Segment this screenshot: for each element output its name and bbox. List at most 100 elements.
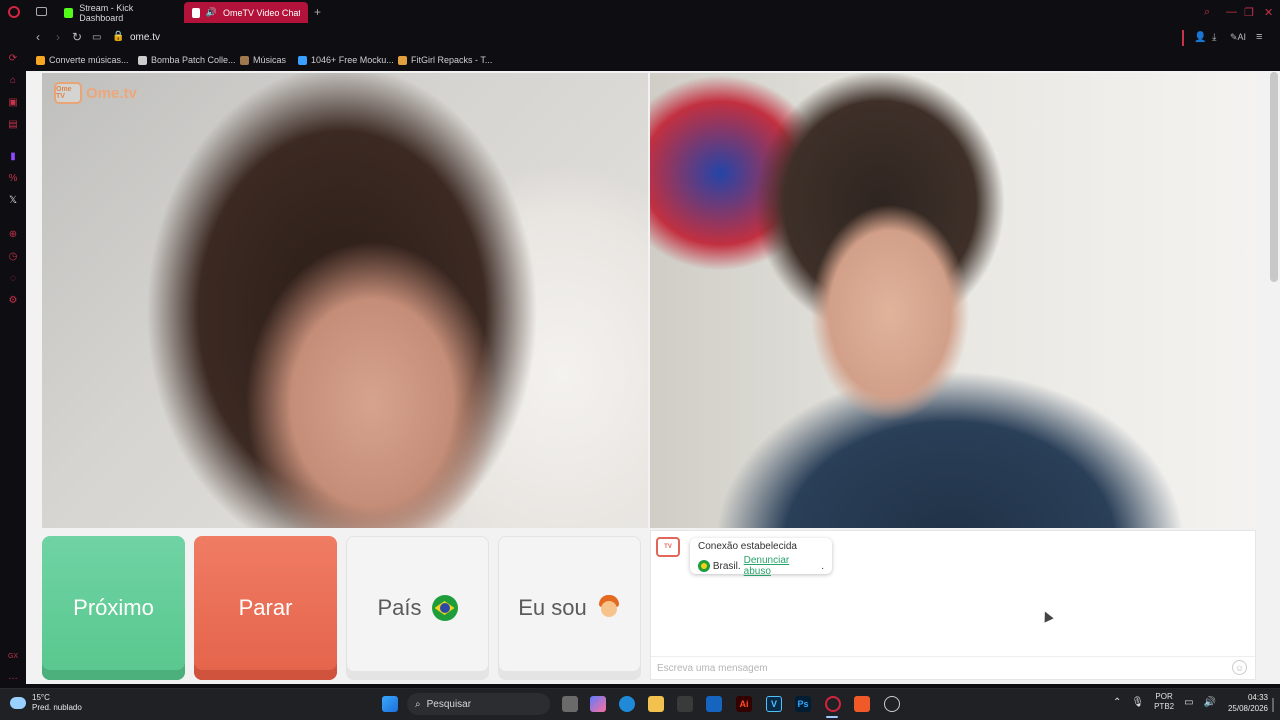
toolbar-divider xyxy=(1182,30,1184,46)
messenger-icon[interactable]: ▣ xyxy=(7,96,19,108)
more-icon[interactable]: … xyxy=(7,670,19,682)
bookmark-musicas[interactable]: Músicas xyxy=(240,55,286,65)
country-button[interactable]: País xyxy=(346,536,489,680)
photoshop-icon[interactable]: Ps xyxy=(795,696,811,712)
partner-country: Brasil. xyxy=(712,560,741,572)
recent-icon[interactable]: ⟳ xyxy=(7,52,19,64)
lang-top: POR xyxy=(1155,692,1173,701)
bookmark-label: Músicas xyxy=(253,55,287,65)
show-desktop-button[interactable] xyxy=(1272,698,1274,712)
download-icon[interactable]: ⤓ xyxy=(1212,32,1216,43)
bookmark-fitgirl[interactable]: FitGirl Repacks - T... xyxy=(398,55,492,65)
copilot-icon[interactable] xyxy=(590,696,606,712)
start-button[interactable] xyxy=(382,696,398,712)
chevron-up-icon[interactable]: ⌃ xyxy=(1113,697,1121,708)
percent-icon[interactable]: % xyxy=(7,172,19,184)
account-icon[interactable]: 👤 xyxy=(1194,32,1206,43)
report-suffix: . xyxy=(821,560,824,572)
search-icon: ⌕ xyxy=(415,698,421,710)
taskbar-search[interactable]: ⌕ Pesquisar xyxy=(407,693,550,715)
bookmark-label: Converte músicas... xyxy=(49,55,129,65)
new-tab-button[interactable]: + xyxy=(314,5,321,19)
file-explorer-icon[interactable] xyxy=(648,696,664,712)
message-input[interactable] xyxy=(651,656,1255,679)
bookmark-label: Bomba Patch Colle... xyxy=(151,55,236,65)
aria-ai-button[interactable]: ✎AI xyxy=(1230,32,1246,43)
country-label: País xyxy=(377,595,422,620)
kick-icon xyxy=(64,7,74,18)
lang-bottom: PTB2 xyxy=(1154,702,1175,711)
brave-icon[interactable] xyxy=(854,696,870,712)
maximize-button[interactable]: ❐ xyxy=(1244,6,1254,19)
task-view-icon[interactable] xyxy=(562,696,578,712)
stop-button[interactable]: Parar xyxy=(194,536,337,680)
language-indicator[interactable]: POR PTB2 xyxy=(1154,692,1174,712)
tab-label: OmeTV Video Chat — C xyxy=(223,7,300,18)
twitch-icon[interactable]: ▮ xyxy=(7,150,19,162)
bookmark-bomba-patch[interactable]: Bomba Patch Colle... xyxy=(138,55,236,65)
emoji-icon[interactable]: ☺ xyxy=(1232,660,1247,675)
ometv-logo-name: Ome.tv xyxy=(86,84,137,102)
page-scrollbar[interactable] xyxy=(1270,72,1278,282)
history-icon[interactable]: ◷ xyxy=(7,250,19,262)
tv-icon: Ome TV xyxy=(54,82,82,104)
settings-icon[interactable]: ⚙ xyxy=(7,294,19,306)
bookmark-label: 1046+ Free Mocku... xyxy=(311,55,394,65)
mail-icon[interactable] xyxy=(706,696,722,712)
chat-icon[interactable]: ◌ xyxy=(7,272,19,284)
monitor-icon[interactable]: ▭ xyxy=(1184,697,1193,708)
brazil-flag-icon xyxy=(698,560,710,572)
date: 25/08/2026 xyxy=(1227,704,1268,713)
back-button[interactable]: ‹ xyxy=(36,30,40,44)
next-button[interactable]: Próximo xyxy=(42,536,185,680)
gx-icon[interactable]: GX xyxy=(7,650,19,662)
cloud-icon xyxy=(10,697,26,709)
speaker-icon[interactable]: 🔊 xyxy=(206,7,217,18)
remote-video xyxy=(42,73,648,528)
report-abuse-link[interactable]: Denunciar abuso xyxy=(744,555,819,577)
time: 04:33 xyxy=(1247,693,1268,702)
opera-logo-icon[interactable] xyxy=(8,6,20,18)
edge-icon[interactable] xyxy=(619,696,635,712)
bookmark-mockups[interactable]: 1046+ Free Mocku... xyxy=(298,55,394,65)
camera-icon[interactable]: ▭ xyxy=(92,32,101,43)
ometv-tab-icon xyxy=(192,7,200,18)
menu-icon[interactable]: ≡ xyxy=(1256,31,1262,43)
store-icon[interactable] xyxy=(677,696,693,712)
search-placeholder: Pesquisar xyxy=(426,698,472,710)
search-tabs-icon[interactable]: ⌕ xyxy=(1204,6,1210,19)
brazil-flag-icon xyxy=(431,595,458,621)
bookmark-converte[interactable]: Converte músicas... xyxy=(36,55,129,65)
bookmark-label: FitGirl Repacks - T... xyxy=(411,55,493,65)
add-icon[interactable]: ⊕ xyxy=(7,228,19,240)
url-field[interactable]: ome.tv xyxy=(130,32,160,43)
illustrator-icon[interactable]: Ai xyxy=(736,696,752,712)
clock[interactable]: 04:33 25/08/2026 xyxy=(1196,692,1268,714)
speedometer-icon[interactable] xyxy=(884,696,900,712)
gender-button[interactable]: Eu sou xyxy=(498,536,641,680)
workspaces-icon[interactable] xyxy=(36,7,47,16)
next-label: Próximo xyxy=(73,595,154,620)
stop-label: Parar xyxy=(238,595,293,620)
reload-button[interactable]: ↻ xyxy=(72,30,82,44)
ai-label: AI xyxy=(1237,32,1247,42)
lock-icon: 🔒 xyxy=(112,31,125,42)
local-video xyxy=(650,73,1256,528)
minimize-button[interactable]: — xyxy=(1226,6,1237,18)
weather-widget[interactable]: 15°C Pred. nublado xyxy=(10,693,82,713)
active-app-indicator xyxy=(826,716,838,718)
x-icon[interactable]: 𝕏 xyxy=(7,194,19,206)
news-icon[interactable]: ▤ xyxy=(7,118,19,130)
vegas-icon[interactable]: V xyxy=(766,696,782,712)
tab-ometv[interactable]: 🔊 OmeTV Video Chat — C xyxy=(184,2,308,23)
bookmarks-bar: Converte músicas... Bomba Patch Colle...… xyxy=(26,51,1280,71)
forward-button[interactable]: › xyxy=(56,30,60,44)
microphone-icon[interactable]: 🎙 xyxy=(1131,697,1144,708)
bookmark-icon xyxy=(138,55,147,65)
tab-kick-dashboard[interactable]: Stream - Kick Dashboard xyxy=(56,2,180,23)
ometv-chat-icon: TV xyxy=(656,537,680,557)
bag-icon[interactable]: ⌂ xyxy=(7,74,19,86)
opera-gx-taskbar-icon[interactable] xyxy=(825,696,841,712)
close-button[interactable]: ✕ xyxy=(1264,6,1273,19)
gender-label: Eu sou xyxy=(518,595,587,620)
